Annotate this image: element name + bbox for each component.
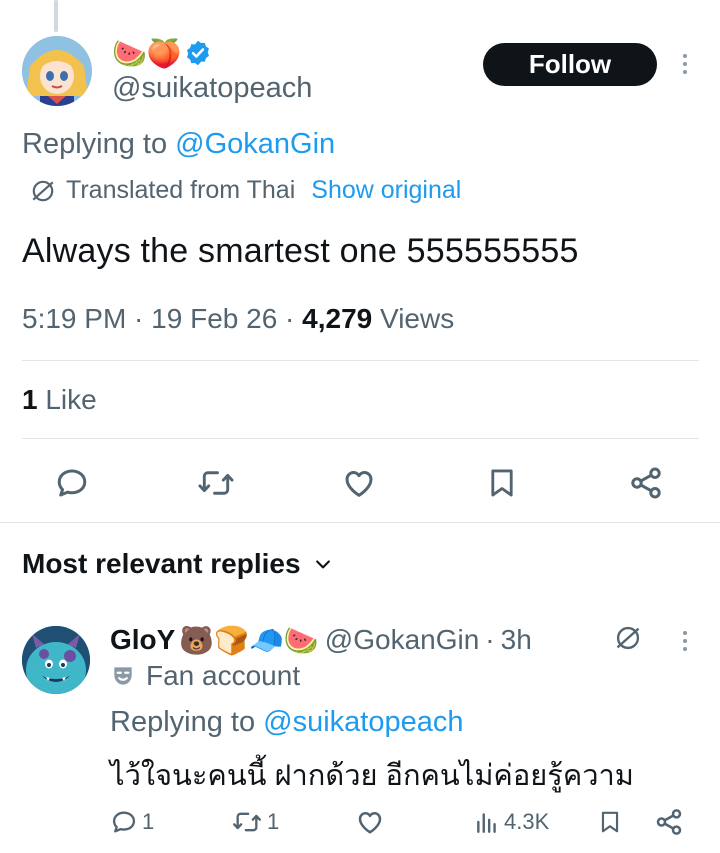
reply-icon [57, 469, 87, 497]
retweet-icon [198, 471, 234, 495]
reply-reply-button[interactable]: 1 [110, 806, 154, 838]
likes-count: 1 [22, 384, 38, 415]
fan-account-label: Fan account [146, 660, 301, 691]
display-name[interactable]: 🍉🍑 [112, 36, 212, 70]
likes-label: Like [45, 384, 97, 415]
reply-bookmark-button[interactable] [597, 806, 623, 838]
reply-retweet-button[interactable]: 1 [231, 806, 279, 838]
author-handle[interactable]: @suikatopeach [112, 72, 312, 105]
reply-more-options-icon[interactable] [681, 631, 689, 651]
translate-icon [32, 180, 54, 201]
bookmark-button[interactable] [482, 463, 522, 503]
reply-avatar[interactable] [22, 626, 90, 694]
share-button[interactable] [626, 463, 666, 503]
analytics-icon [477, 813, 496, 833]
translate-icon [616, 626, 640, 650]
reply-translate-button[interactable] [610, 620, 646, 656]
reply-like-button[interactable] [355, 806, 385, 838]
tweet-time[interactable]: 5:19 PM [22, 303, 126, 334]
translation-notice: Translated from Thai Show original [30, 176, 461, 205]
replies-section-title: Most relevant replies [22, 548, 301, 579]
verified-badge-icon [186, 40, 209, 66]
reply-share-button[interactable] [654, 806, 684, 838]
thread-connector-line [54, 0, 58, 32]
tweet-text: Always the smartest one 555555555 [22, 232, 579, 270]
reply-replying-prefix: Replying to [110, 706, 264, 738]
reply-icon [112, 811, 136, 833]
reply-button[interactable] [52, 463, 92, 503]
tweet-date[interactable]: 19 Feb 26 [151, 303, 277, 334]
more-options-icon[interactable] [681, 54, 689, 74]
replying-prefix: Replying to [22, 128, 176, 160]
reply-views-count: 4.3K [504, 809, 550, 834]
reply-views-button[interactable]: 4.3K [474, 806, 549, 838]
theater-mask-icon [114, 667, 132, 685]
views-label: Views [380, 303, 455, 334]
share-icon [656, 809, 682, 835]
retweet-button[interactable] [196, 463, 236, 503]
like-button[interactable] [339, 463, 379, 503]
display-name-emoji: 🍉🍑 [112, 37, 182, 69]
chevron-down-icon [315, 560, 330, 569]
reply-author-handle[interactable]: @GokanGin [325, 624, 480, 656]
replies-sort-dropdown[interactable]: Most relevant replies [22, 548, 333, 580]
avatar-image [22, 36, 92, 106]
reply-header: GloY 🐻🍞🧢🍉 @GokanGin · 3h [110, 622, 532, 658]
divider [22, 438, 699, 439]
fan-account-badge: Fan account [110, 660, 300, 692]
reply-reply-count: 1 [142, 809, 155, 834]
bookmark-icon [601, 811, 619, 833]
avatar[interactable] [22, 36, 92, 106]
reply-author-name[interactable]: GloY [110, 624, 175, 656]
reply-text: ไว้ใจนะคนนี้ ฝากด้วย อีกคนไม่ค่อยรู้ความ [110, 760, 634, 792]
section-divider [0, 522, 720, 523]
heart-icon [345, 471, 373, 497]
heart-icon [358, 812, 382, 834]
likes-summary[interactable]: 1 Like [22, 384, 97, 416]
follow-button[interactable]: Follow [483, 43, 657, 86]
reply-avatar-image [22, 626, 90, 694]
share-icon [631, 467, 661, 499]
reply-separator: · [485, 624, 495, 655]
show-original-link[interactable]: Show original [311, 176, 461, 205]
tweet-meta: 5:19 PM · 19 Feb 26 · 4,279 Views [22, 303, 455, 334]
reply-author-emoji: 🐻🍞🧢🍉 [179, 624, 319, 656]
replying-to-handle-link[interactable]: @GokanGin [175, 128, 335, 160]
translated-label: Translated from Thai [66, 176, 296, 204]
reply-replying-to-handle-link[interactable]: @suikatopeach [263, 706, 463, 738]
views-count: 4,279 [302, 303, 373, 334]
reply-age[interactable]: 3h [501, 624, 532, 656]
replying-to: Replying to @GokanGin [22, 128, 335, 161]
reply-replying-to: Replying to @suikatopeach [110, 706, 464, 739]
divider [22, 360, 699, 361]
bookmark-icon [491, 469, 513, 497]
reply-retweet-count: 1 [267, 809, 280, 834]
retweet-icon [233, 812, 262, 832]
